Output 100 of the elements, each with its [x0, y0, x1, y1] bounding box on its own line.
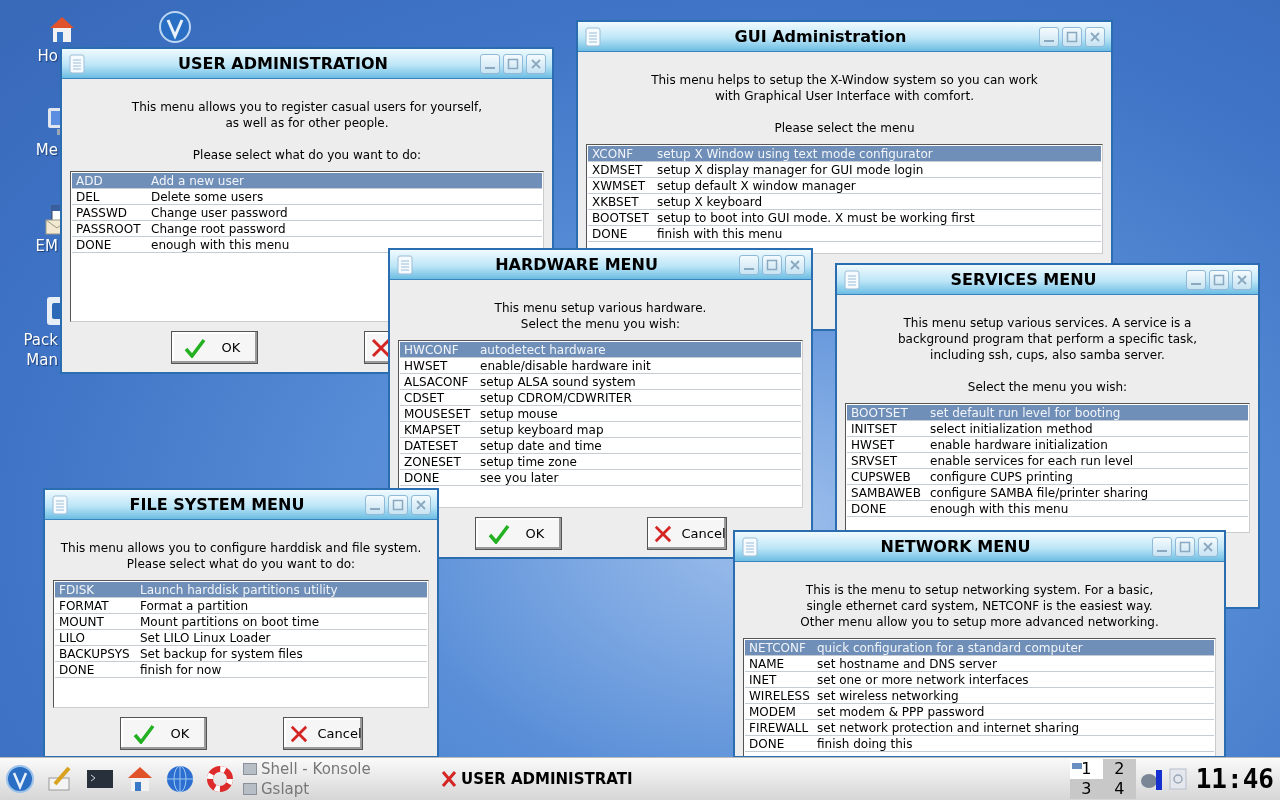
- menu-description: quick configuration for a standard computer: [817, 639, 1083, 656]
- close-button[interactable]: [411, 494, 431, 515]
- title-bar[interactable]: USER ADMINISTRATION: [62, 49, 552, 79]
- menu-row[interactable]: PASSROOT Change root password: [72, 221, 542, 237]
- maximize-button[interactable]: [388, 494, 408, 515]
- ok-button[interactable]: OK: [170, 331, 258, 364]
- window-menu-icon[interactable]: [741, 536, 759, 557]
- maximize-button[interactable]: [1062, 26, 1082, 47]
- menu-code: XDMSET: [592, 161, 644, 178]
- menu-row[interactable]: MODEM set modem & PPP password: [745, 704, 1214, 720]
- menu-row[interactable]: DONE finish doing this: [745, 736, 1214, 752]
- menu-row[interactable]: INET set one or more network interfaces: [745, 672, 1214, 688]
- menu-row[interactable]: ALSACONF setup ALSA sound system: [400, 374, 801, 390]
- close-button[interactable]: [785, 254, 805, 275]
- title-bar[interactable]: HARDWARE MENU: [390, 250, 811, 280]
- menu-code: FORMAT: [59, 597, 110, 614]
- maximize-button[interactable]: [1175, 536, 1195, 557]
- menu-row[interactable]: DONE finish for now: [55, 662, 427, 678]
- minimize-button[interactable]: [480, 53, 500, 74]
- menu-row[interactable]: FIREWALL set network protection and internet sharing: [745, 720, 1214, 736]
- cross-icon: [441, 770, 457, 788]
- menu-code: DONE: [592, 225, 629, 242]
- window-menu-icon[interactable]: [396, 254, 414, 275]
- maximize-button[interactable]: [503, 53, 523, 74]
- menu-row[interactable]: BACKUPSYS Set backup for system files: [55, 646, 427, 662]
- globe-icon[interactable]: [165, 764, 195, 794]
- menu-row[interactable]: LILO Set LILO Linux Loader: [55, 630, 427, 646]
- menu-row[interactable]: NAME set hostname and DNS server: [745, 656, 1214, 672]
- menu-description: Add a new user: [151, 172, 244, 189]
- menu-description: setup X keyboard: [657, 193, 763, 210]
- menu-row[interactable]: WIRELESS set wireless networking: [745, 688, 1214, 704]
- desktop-pager-button[interactable]: 4: [1102, 779, 1136, 799]
- menu-code: HWCONF: [404, 341, 460, 358]
- globe-icon[interactable]: [5, 764, 35, 794]
- minimize-icon: [370, 507, 380, 510]
- menu-row[interactable]: INITSET select initialization method: [847, 421, 1248, 437]
- menu-description: setup mouse: [480, 405, 558, 422]
- menu-row[interactable]: XDMSET setup X display manager for GUI mode login: [588, 162, 1101, 178]
- task-button[interactable]: USER ADMINISTRATI: [441, 761, 641, 797]
- menu-row[interactable]: DONE see you later: [400, 470, 801, 486]
- cancel-button[interactable]: Cancel: [646, 517, 727, 550]
- close-button[interactable]: [1232, 269, 1252, 290]
- minimize-icon: [1044, 39, 1054, 42]
- maximize-button[interactable]: [1209, 269, 1229, 290]
- menu-row[interactable]: HWSET enable hardware initialization: [847, 437, 1248, 453]
- minimize-button[interactable]: [1186, 269, 1206, 290]
- maximize-button[interactable]: [762, 254, 782, 275]
- window-menu-icon[interactable]: [843, 269, 861, 290]
- menu-row[interactable]: MOUSESET setup mouse: [400, 406, 801, 422]
- menu-code: HWSET: [404, 357, 449, 374]
- menu-row[interactable]: PASSWD Change user password: [72, 205, 542, 221]
- window-menu-icon[interactable]: [68, 53, 86, 74]
- menu-row[interactable]: XWMSET setup default X window manager: [588, 178, 1101, 194]
- menu-row[interactable]: DONE finish with this menu: [588, 226, 1101, 242]
- maximize-icon: [392, 498, 404, 511]
- menu-row[interactable]: HWSET enable/disable hardware init: [400, 358, 801, 374]
- window-menu-icon[interactable]: [584, 26, 602, 47]
- minimize-button[interactable]: [365, 494, 385, 515]
- minimize-button[interactable]: [739, 254, 759, 275]
- menu-code: XCONF: [592, 145, 635, 162]
- globe-icon[interactable]: [158, 10, 192, 44]
- window-menu-icon[interactable]: [51, 494, 69, 515]
- menu-row[interactable]: DATESET setup date and time: [400, 438, 801, 454]
- desktop-pager-button[interactable]: 2: [1102, 759, 1136, 779]
- title-bar[interactable]: SERVICES MENU: [837, 265, 1258, 295]
- menu-code: INITSET: [851, 420, 898, 437]
- title-bar[interactable]: FILE SYSTEM MENU: [45, 490, 437, 520]
- menu-row[interactable]: DEL Delete some users: [72, 189, 542, 205]
- menu-row[interactable]: KMAPSET setup keyboard map: [400, 422, 801, 438]
- menu-row[interactable]: BOOTSET setup to boot into GUI mode. X must be working first: [588, 210, 1101, 226]
- menu-row[interactable]: CDSET setup CDROM/CDWRITER: [400, 390, 801, 406]
- close-button[interactable]: [1198, 536, 1218, 557]
- menu-row[interactable]: SRVSET enable services for each run level: [847, 453, 1248, 469]
- desktop-pager-button[interactable]: 3: [1069, 779, 1103, 799]
- title-bar[interactable]: NETWORK MENU: [735, 532, 1224, 562]
- menu-row[interactable]: SAMBAWEB configure SAMBA file/printer sharing: [847, 485, 1248, 501]
- task-button[interactable]: Shell - Konsole: [243, 759, 433, 779]
- menu-row[interactable]: XKBSET setup X keyboard: [588, 194, 1101, 210]
- description-text: This menu allows you to register casual users for yourself, as well as for other people.: [131, 99, 483, 131]
- desktop-pager-button[interactable]: 1: [1069, 759, 1103, 779]
- minimize-icon: [744, 267, 754, 270]
- menu-row[interactable]: ZONESET setup time zone: [400, 454, 801, 470]
- ok-button[interactable]: OK: [119, 717, 207, 750]
- menu-row[interactable]: DONE enough with this menu: [847, 501, 1248, 517]
- cancel-button[interactable]: Cancel: [282, 717, 363, 750]
- menu-row[interactable]: FORMAT Format a partition: [55, 598, 427, 614]
- menu-row[interactable]: CUPSWEB configure CUPS printing: [847, 469, 1248, 485]
- minimize-button[interactable]: [1152, 536, 1172, 557]
- close-button[interactable]: [1085, 26, 1105, 47]
- minimize-button[interactable]: [1039, 26, 1059, 47]
- menu-row[interactable]: MOUNT Mount partitions on boot time: [55, 614, 427, 630]
- menu-code: NAME: [749, 655, 786, 672]
- menu-code: SRVSET: [851, 452, 899, 469]
- title-bar[interactable]: GUI Administration: [578, 22, 1111, 52]
- lifebuoy-icon[interactable]: [205, 764, 235, 794]
- menu-code: PASSWD: [76, 204, 129, 221]
- window-title: USER ADMINISTRATION: [177, 52, 389, 75]
- description-text: This menu helps to setup the X-Window system so you can work with Graphical User Interface with comfort.: [651, 72, 1038, 104]
- ok-button[interactable]: OK: [474, 517, 562, 550]
- close-button[interactable]: [526, 53, 546, 74]
